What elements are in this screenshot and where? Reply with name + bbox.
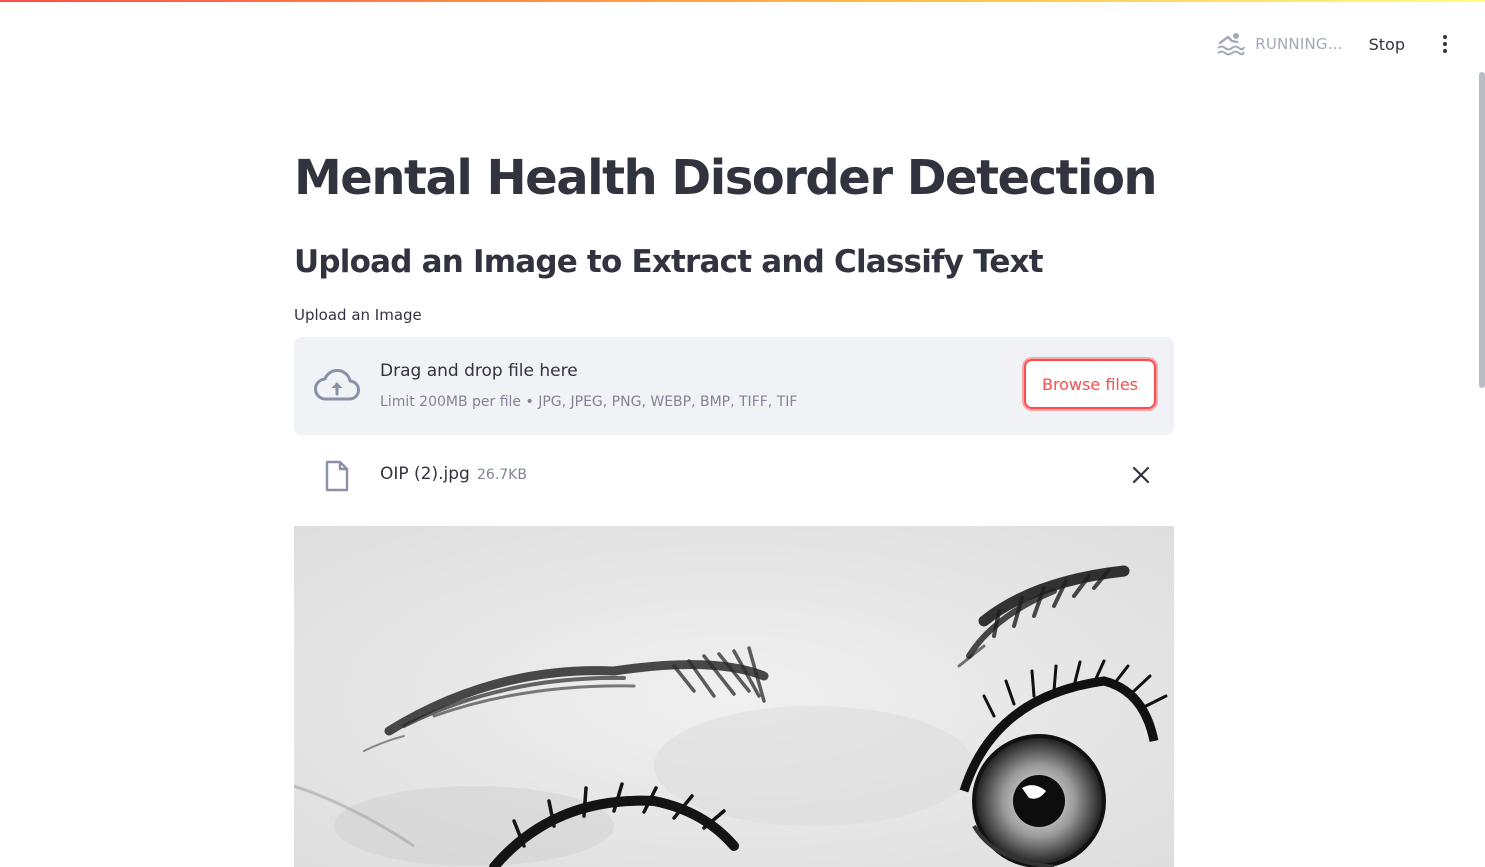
dropzone-limit-text: Limit 200MB per file • JPG, JPEG, PNG, W…: [380, 394, 798, 410]
browse-files-button[interactable]: Browse files: [1024, 359, 1156, 409]
menu-dot: [1443, 42, 1447, 46]
app-toolbar: RUNNING... Stop: [1217, 28, 1455, 60]
main-content: Mental Health Disorder Detection Upload …: [294, 140, 1174, 867]
menu-dot: [1443, 35, 1447, 39]
close-icon[interactable]: [1130, 464, 1152, 486]
file-icon: [325, 460, 349, 492]
menu-dot: [1443, 49, 1447, 53]
top-decoration-bar: [0, 0, 1485, 2]
dropzone-instructions: Drag and drop file here: [380, 361, 578, 381]
cloud-upload-icon: [314, 369, 360, 401]
page-scrollbar[interactable]: [1479, 72, 1485, 388]
running-text: RUNNING...: [1255, 35, 1343, 53]
running-status: RUNNING...: [1217, 31, 1342, 57]
main-menu-button[interactable]: [1435, 32, 1455, 56]
uploaded-file-row: OIP (2).jpg 26.7KB: [294, 450, 1174, 500]
page-title: Mental Health Disorder Detection: [294, 150, 1158, 206]
file-uploader-label: Upload an Image: [294, 306, 422, 324]
file-dropzone[interactable]: Drag and drop file here Limit 200MB per …: [294, 337, 1174, 435]
eyes-sketch-image: [294, 526, 1174, 867]
stop-button[interactable]: Stop: [1369, 35, 1405, 54]
swimmer-icon: [1217, 33, 1246, 56]
page-subheader: Upload an Image to Extract and Classify …: [294, 244, 1044, 280]
uploaded-file-size: 26.7KB: [477, 467, 527, 483]
uploaded-image-preview: [294, 526, 1174, 867]
uploaded-file-name: OIP (2).jpg: [380, 464, 470, 484]
